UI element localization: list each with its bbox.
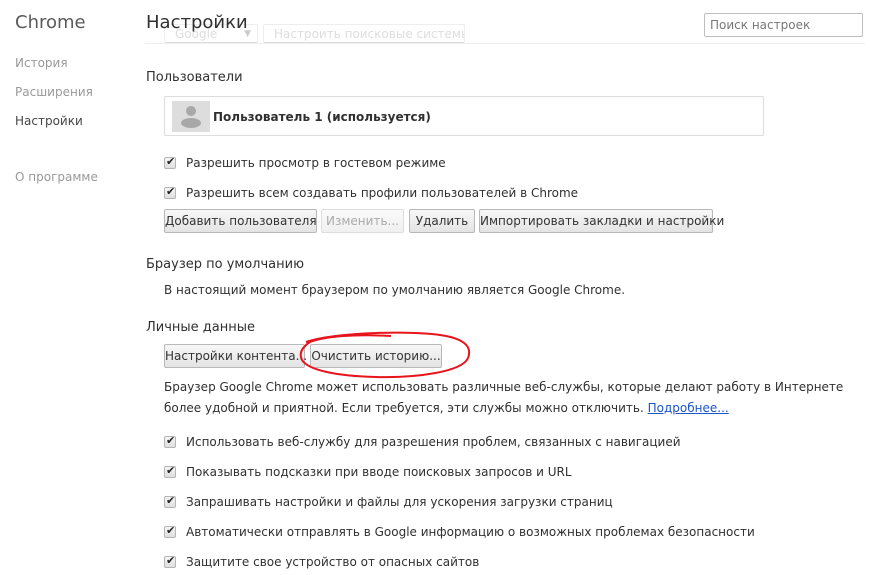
guest-mode-checkbox-row[interactable]: Разрешить просмотр в гостевом режиме <box>164 155 446 171</box>
checkbox-checked-icon[interactable] <box>164 494 176 508</box>
checkbox-label: Защитите свое устройство от опасных сайт… <box>186 555 480 569</box>
add-user-button[interactable]: Добавить пользователя <box>164 209 317 233</box>
learn-more-link[interactable]: Подробнее... <box>648 401 729 415</box>
page-title: Настройки <box>146 12 248 33</box>
checkbox-label: Показывать подсказки при вводе поисковых… <box>186 465 572 479</box>
delete-user-button[interactable]: Удалить <box>409 209 475 233</box>
checkbox-checked-icon[interactable] <box>164 434 176 448</box>
edit-user-button[interactable]: Изменить... <box>321 209 404 233</box>
user-profile-name: Пользователь 1 (используется) <box>213 110 431 124</box>
nav-error-checkbox-row[interactable]: Использовать веб-службу для разрешения п… <box>164 434 681 450</box>
sidebar-item-extensions[interactable]: Расширения <box>15 85 93 99</box>
search-suggest-checkbox-row[interactable]: Показывать подсказки при вводе поисковых… <box>164 464 572 480</box>
import-bookmarks-button[interactable]: Импортировать закладки и настройки <box>479 209 724 233</box>
checkbox-label: Запрашивать настройки и файлы для ускоре… <box>186 495 613 509</box>
security-report-checkbox-row[interactable]: Автоматически отправлять в Google информ… <box>164 524 755 540</box>
checkbox-checked-icon[interactable] <box>164 155 176 169</box>
brand-title: Chrome <box>15 12 86 33</box>
checkbox-checked-icon[interactable] <box>164 464 176 478</box>
privacy-description-text: более удобной и приятной. Если требуется… <box>164 401 644 415</box>
privacy-section-title: Личные данные <box>146 320 256 335</box>
prefetch-checkbox-row[interactable]: Запрашивать настройки и файлы для ускоре… <box>164 494 613 510</box>
privacy-description-line1: Браузер Google Chrome может использовать… <box>164 380 844 394</box>
checkbox-label: Разрешить просмотр в гостевом режиме <box>186 156 446 170</box>
checkbox-label: Разрешить всем создавать профили пользов… <box>186 186 579 200</box>
clear-history-button[interactable]: Очистить историю... <box>310 344 442 368</box>
safe-browsing-checkbox-row[interactable]: Защитите свое устройство от опасных сайт… <box>164 554 479 570</box>
avatar <box>172 101 210 132</box>
checkbox-checked-icon[interactable] <box>164 185 176 199</box>
header-divider <box>145 43 865 44</box>
default-browser-status: В настоящий момент браузером по умолчани… <box>164 283 626 297</box>
sidebar-item-history[interactable]: История <box>15 56 68 70</box>
sidebar-item-settings[interactable]: Настройки <box>15 114 83 128</box>
checkbox-checked-icon[interactable] <box>164 554 176 568</box>
sidebar-item-about[interactable]: О программе <box>15 170 98 184</box>
checkbox-checked-icon[interactable] <box>164 524 176 538</box>
avatar-head-icon <box>186 106 196 116</box>
sidebar: Chrome История Расширения Настройки О пр… <box>0 0 140 575</box>
checkbox-label: Использовать веб-службу для разрешения п… <box>186 435 681 449</box>
user-profile-item[interactable]: Пользователь 1 (используется) <box>164 96 764 136</box>
users-section-title: Пользователи <box>146 70 243 85</box>
privacy-description-line2: более удобной и приятной. Если требуется… <box>164 401 729 415</box>
page-header: Настройки <box>145 0 872 44</box>
content-settings-button[interactable]: Настройки контента... <box>164 344 307 368</box>
allow-profiles-checkbox-row[interactable]: Разрешить всем создавать профили пользов… <box>164 185 578 201</box>
search-settings-input[interactable] <box>704 13 863 37</box>
checkbox-label: Автоматически отправлять в Google информ… <box>186 525 755 539</box>
default-browser-section-title: Браузер по умолчанию <box>146 257 305 272</box>
avatar-body-icon <box>181 118 201 128</box>
